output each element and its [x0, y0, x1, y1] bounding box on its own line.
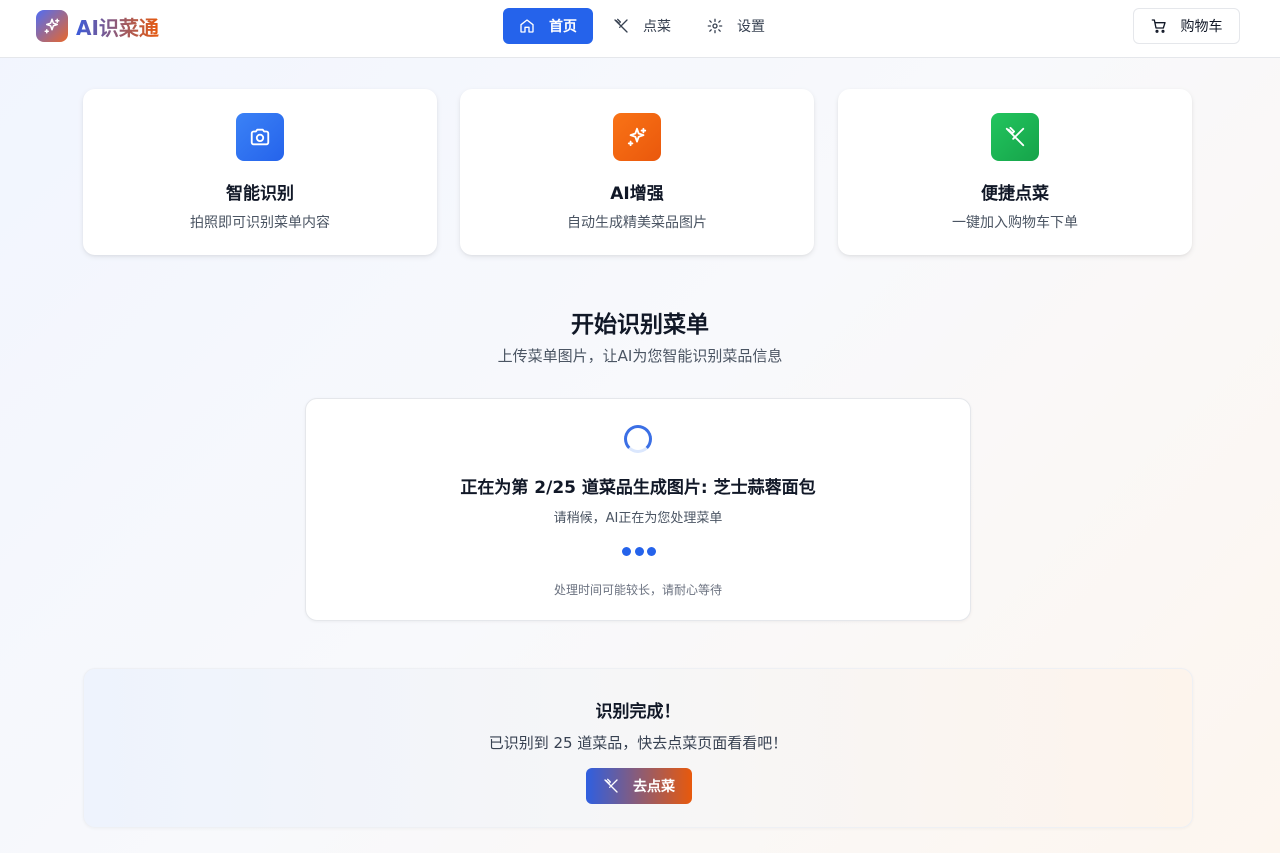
nav-item-order[interactable]: 点菜	[597, 8, 687, 44]
camera-icon	[236, 113, 284, 161]
app-header: AI识菜通 首页 点菜 设置 购物车	[0, 0, 1280, 58]
utensils-icon	[991, 113, 1039, 161]
nav-item-label: 首页	[549, 19, 577, 35]
section-title: 开始识别菜单	[571, 312, 709, 338]
completion-banner: 识别完成！ 已识别到 25 道菜品，快去点菜页面看看吧！ 去点菜	[83, 668, 1193, 828]
processing-card: 正在为第 2/25 道菜品生成图片: 芝士蒜蓉面包 请稍候，AI正在为您处理菜单…	[305, 398, 971, 621]
loading-dots	[622, 547, 656, 556]
nav-item-settings[interactable]: 设置	[691, 8, 781, 44]
feature-card-recognition: 智能识别 拍照即可识别菜单内容	[83, 89, 437, 255]
feature-title: AI增强	[610, 184, 664, 204]
loading-dot	[634, 547, 644, 556]
utensils-icon	[613, 18, 629, 34]
completion-message: 已识别到 25 道菜品，快去点菜页面看看吧！	[488, 734, 788, 752]
app-name: AI识菜通	[76, 12, 159, 41]
feature-desc: 自动生成精美菜品图片	[567, 215, 707, 231]
completion-title: 识别完成！	[595, 702, 681, 722]
nav-item-label: 设置	[737, 19, 765, 35]
feature-desc: 拍照即可识别菜单内容	[190, 215, 330, 231]
cart-label: 购物车	[1180, 19, 1223, 35]
sparkles-icon	[36, 10, 68, 42]
go-order-button[interactable]: 去点菜	[586, 768, 692, 804]
nav-item-home[interactable]: 首页	[503, 8, 593, 44]
processing-note: 处理时间可能较长，请耐心等待	[553, 583, 722, 597]
feature-card-ai-enhance: AI增强 自动生成精美菜品图片	[460, 89, 814, 255]
feature-title: 便捷点菜	[981, 184, 1049, 204]
app-logo[interactable]: AI识菜通	[36, 10, 159, 42]
main-nav: 首页 点菜 设置	[503, 8, 785, 44]
sparkles-icon	[613, 113, 661, 161]
feature-card-easy-order: 便捷点菜 一键加入购物车下单	[838, 89, 1192, 255]
gear-icon	[707, 18, 723, 34]
home-icon	[519, 18, 535, 34]
nav-item-label: 点菜	[643, 19, 671, 35]
cart-icon	[1151, 18, 1167, 34]
loading-dot	[622, 547, 631, 556]
go-order-label: 去点菜	[633, 779, 675, 795]
loading-dot	[647, 547, 656, 556]
cart-button[interactable]: 购物车	[1133, 8, 1240, 44]
feature-desc: 一键加入购物车下单	[952, 215, 1078, 231]
feature-title: 智能识别	[226, 184, 294, 204]
loading-spinner-icon	[624, 425, 652, 453]
processing-subtitle: 请稍候，AI正在为您处理菜单	[553, 511, 723, 526]
utensils-icon	[603, 778, 619, 794]
section-subtitle: 上传菜单图片，让AI为您智能识别菜品信息	[497, 347, 783, 365]
processing-status: 正在为第 2/25 道菜品生成图片: 芝士蒜蓉面包	[460, 478, 816, 498]
